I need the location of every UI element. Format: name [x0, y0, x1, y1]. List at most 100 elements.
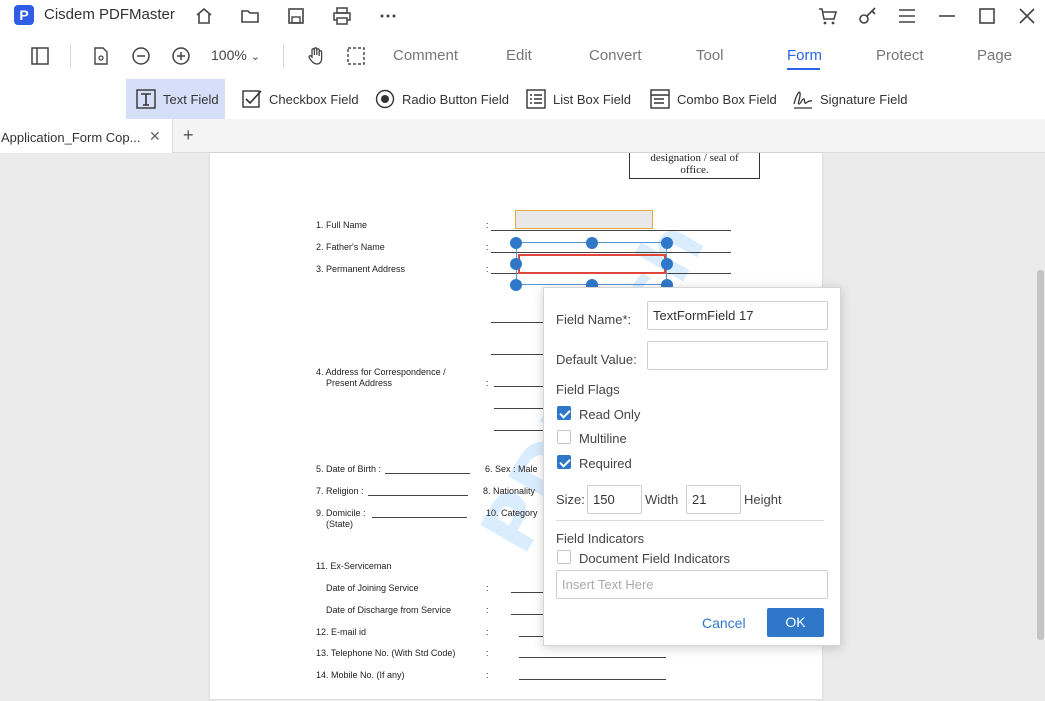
zoom-in-icon[interactable]: [169, 44, 193, 68]
size-label: Size:: [556, 492, 585, 507]
zoom-value: 100%: [211, 47, 247, 63]
form-line: [368, 495, 468, 496]
text-field-label: Text Field: [163, 91, 219, 107]
home-icon[interactable]: [192, 4, 216, 28]
dialog-divider: [556, 520, 824, 521]
toolbar-divider: [70, 44, 71, 68]
form-line: [511, 592, 543, 593]
list-box-field-label: List Box Field: [553, 91, 632, 107]
form-line: [519, 636, 543, 637]
active-menu-underline: [787, 68, 820, 70]
seal-box: designation / seal of office.: [629, 153, 760, 179]
form-label: (State): [326, 519, 354, 529]
document-tab[interactable]: Application_Form Cop... ✕: [0, 119, 173, 153]
default-value-input[interactable]: [647, 341, 828, 370]
required-checkbox[interactable]: [557, 455, 571, 469]
tab-close-icon[interactable]: ✕: [149, 128, 161, 145]
field-indicators-title: Field Indicators: [556, 531, 645, 546]
cart-icon[interactable]: [816, 4, 840, 28]
form-label: 6. Sex : Male: [485, 464, 538, 474]
cancel-button[interactable]: Cancel: [702, 615, 746, 631]
menu-form[interactable]: Form: [787, 47, 822, 64]
vertical-scrollbar[interactable]: [1037, 270, 1044, 640]
resize-handle[interactable]: [510, 237, 522, 249]
title-bar: P Cisdem PDFMaster: [0, 0, 1045, 32]
required-label: Required: [579, 456, 632, 471]
tab-bar: Application_Form Cop... ✕ +: [0, 119, 1045, 153]
form-colon: :: [486, 264, 489, 274]
add-tab-icon[interactable]: +: [183, 125, 194, 146]
more-icon[interactable]: [376, 4, 400, 28]
maximize-icon[interactable]: [975, 4, 999, 28]
form-label: 14. Mobile No. (If any): [316, 670, 405, 680]
sidebar-toggle-icon[interactable]: [28, 44, 52, 68]
key-icon[interactable]: [856, 4, 880, 28]
text-field-properties-dialog: Field Name*: TextFormField 17 Default Va…: [543, 287, 841, 646]
default-value-label: Default Value:: [556, 352, 637, 367]
zoom-out-icon[interactable]: [129, 44, 153, 68]
toolbar-divider: [283, 44, 284, 68]
minimize-icon[interactable]: [935, 4, 959, 28]
indicator-text-input[interactable]: Insert Text Here: [556, 570, 828, 599]
menu-protect[interactable]: Protect: [876, 47, 924, 64]
height-label: Height: [744, 492, 782, 507]
checkbox-field-tool[interactable]: Checkbox Field: [241, 79, 359, 119]
width-input[interactable]: 150: [587, 485, 642, 514]
menu-icon[interactable]: [895, 4, 919, 28]
close-icon[interactable]: [1015, 4, 1039, 28]
resize-handle[interactable]: [510, 258, 522, 270]
resize-handle[interactable]: [661, 258, 673, 270]
menu-tool[interactable]: Tool: [696, 47, 724, 64]
form-label: Present Address: [326, 378, 393, 388]
new-text-field[interactable]: [518, 254, 666, 274]
radio-button-field-tool[interactable]: Radio Button Field: [374, 79, 509, 119]
seal-text: office.: [680, 164, 709, 176]
list-box-field-tool[interactable]: List Box Field: [525, 79, 631, 119]
form-line: [491, 230, 731, 231]
ok-button[interactable]: OK: [767, 608, 824, 637]
menu-comment[interactable]: Comment: [393, 47, 458, 64]
zoom-select[interactable]: 100% ⌄: [211, 47, 260, 63]
combo-box-field-tool[interactable]: Combo Box Field: [649, 79, 777, 119]
resize-handle[interactable]: [661, 237, 673, 249]
form-label: 11. Ex-Serviceman: [316, 561, 392, 571]
hand-tool-icon[interactable]: [304, 44, 328, 68]
radio-button-field-label: Radio Button Field: [402, 91, 509, 107]
form-colon: :: [486, 670, 489, 680]
select-tool-icon[interactable]: [344, 44, 368, 68]
seal-text: designation / seal of: [650, 153, 739, 164]
form-colon: :: [486, 220, 489, 230]
signature-field-tool[interactable]: Signature Field: [792, 79, 907, 119]
form-line: [494, 408, 544, 409]
document-field-indicators-checkbox[interactable]: [557, 550, 571, 564]
main-toolbar: 100% ⌄ Comment Edit Convert Tool Form Pr…: [0, 32, 1045, 79]
form-line: [385, 473, 470, 474]
list-box-icon: [526, 89, 546, 109]
resize-handle[interactable]: [510, 279, 522, 291]
height-input[interactable]: 21: [686, 485, 741, 514]
resize-handle[interactable]: [586, 237, 598, 249]
menu-convert[interactable]: Convert: [589, 47, 642, 64]
indicator-text-placeholder: Insert Text Here: [562, 577, 654, 592]
radio-button-icon: [375, 89, 395, 109]
app-title: Cisdem PDFMaster: [44, 6, 175, 23]
field-name-input[interactable]: TextFormField 17: [647, 301, 828, 330]
full-name-text-field[interactable]: [515, 210, 653, 229]
form-label: 12. E-mail id: [316, 627, 367, 637]
signature-icon: [793, 91, 813, 109]
read-only-label: Read Only: [579, 407, 641, 422]
form-colon: :: [486, 242, 489, 252]
menu-page[interactable]: Page: [977, 47, 1012, 64]
multiline-checkbox[interactable]: [557, 430, 571, 444]
open-folder-icon[interactable]: [238, 4, 262, 28]
text-field-tool[interactable]: Text Field: [126, 79, 225, 119]
read-only-checkbox[interactable]: [557, 406, 571, 420]
save-icon[interactable]: [284, 4, 308, 28]
print-icon[interactable]: [330, 4, 354, 28]
form-label: Date of Discharge from Service: [326, 605, 452, 615]
width-label: Width: [645, 492, 679, 507]
menu-edit[interactable]: Edit: [506, 47, 532, 64]
text-field-icon: [136, 89, 156, 109]
checkbox-icon: [242, 90, 262, 108]
page-settings-icon[interactable]: [89, 44, 113, 68]
